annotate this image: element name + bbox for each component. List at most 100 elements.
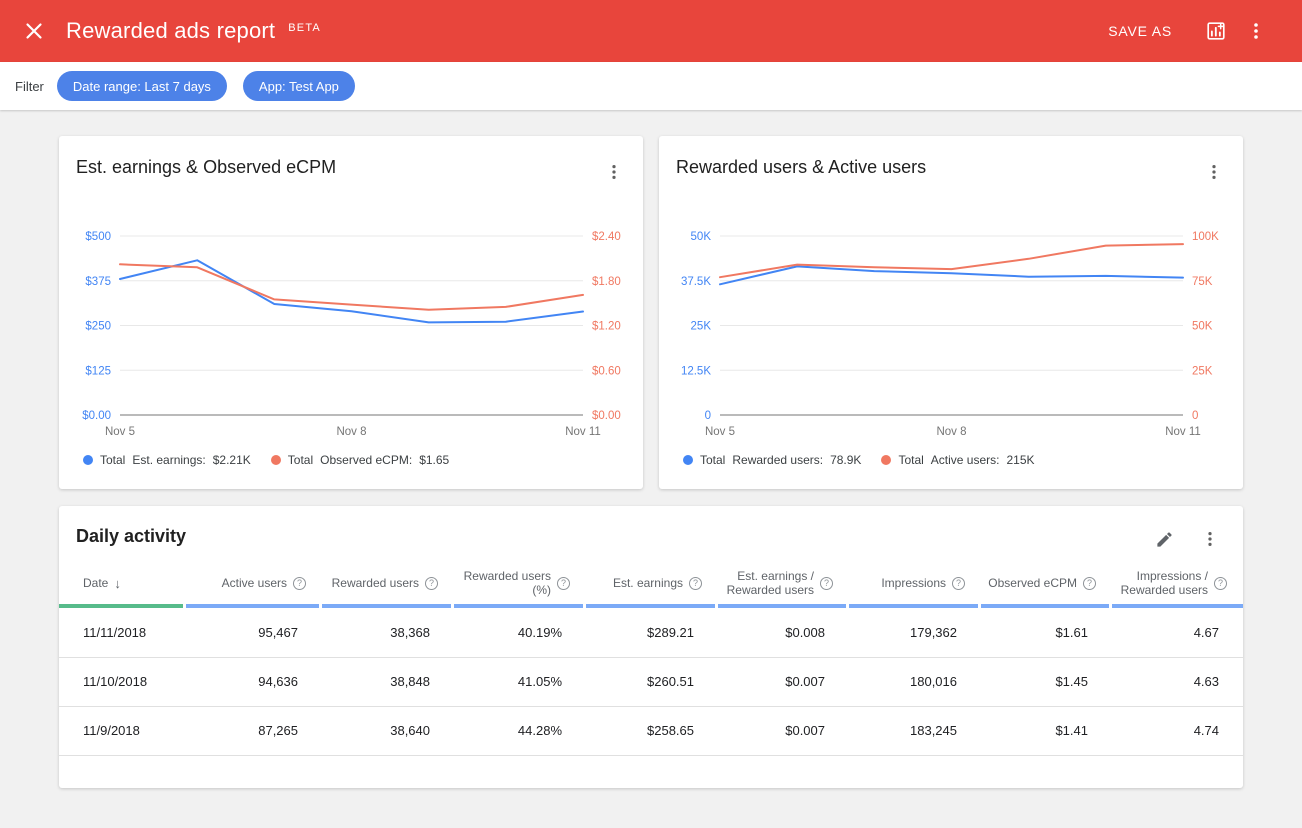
edit-button[interactable] — [1147, 524, 1181, 554]
left-axis-tick: 12.5K — [681, 365, 711, 377]
right-axis-tick: 0 — [1192, 410, 1198, 422]
column-label: Date — [83, 576, 108, 590]
column-header-observed-ecpm[interactable]: Observed eCPM? — [981, 558, 1112, 608]
help-icon[interactable]: ? — [425, 577, 438, 590]
column-header-impressions[interactable]: Impressions? — [849, 558, 981, 608]
column-label: Est. earnings — [613, 576, 683, 590]
save-as-button[interactable]: SAVE AS — [1098, 15, 1182, 47]
legend-label: Rewarded users: — [732, 453, 823, 467]
legend-item[interactable]: TotalEst. earnings:$2.21K — [83, 453, 251, 467]
cell-est-earnings-per-rewarded-user: $0.008 — [718, 608, 849, 657]
cell-rewarded-users: 38,640 — [322, 706, 454, 755]
left-axis-tick: $125 — [85, 365, 111, 377]
left-axis-tick: 0 — [705, 410, 711, 422]
chart-card-users: Rewarded users & Active users 50K100K37.… — [659, 136, 1243, 489]
table-row[interactable]: 11/11/201895,46738,36840.19%$289.21$0.00… — [59, 608, 1243, 657]
column-label: Impressions — [881, 576, 946, 590]
chart-title: Est. earnings & Observed eCPM — [76, 157, 336, 178]
legend-item[interactable]: TotalObserved eCPM:$1.65 — [271, 453, 449, 467]
legend-dot — [881, 455, 891, 465]
help-icon[interactable]: ? — [952, 577, 965, 590]
cell-rewarded-users-pct: 44.28% — [454, 706, 586, 755]
left-axis-tick: $375 — [85, 276, 111, 288]
left-axis-tick: 50K — [691, 231, 712, 243]
table-row[interactable]: 11/9/201887,26538,64044.28%$258.65$0.007… — [59, 706, 1243, 755]
table-row[interactable]: 11/10/201894,63638,84841.05%$260.51$0.00… — [59, 657, 1243, 706]
legend-prefix: Total — [700, 453, 725, 467]
cell-est-earnings: $260.51 — [586, 657, 718, 706]
series-est-earnings — [120, 260, 583, 322]
cell-est-earnings-per-rewarded-user: $0.007 — [718, 657, 849, 706]
add-chart-button[interactable] — [1196, 11, 1236, 51]
legend-value: $2.21K — [213, 453, 251, 467]
right-axis-tick: 50K — [1192, 321, 1213, 333]
help-icon[interactable]: ? — [1083, 577, 1096, 590]
left-axis-tick: $0.00 — [82, 410, 111, 422]
overflow-menu-button[interactable] — [1236, 11, 1276, 51]
line-chart: 50K100K37.5K75K25K50K12.5K25K00Nov 5Nov … — [659, 205, 1243, 441]
cell-rewarded-users-pct: 40.19% — [454, 608, 586, 657]
legend-item[interactable]: Total Rewarded users: 78.9K — [683, 453, 861, 467]
filter-label: Filter — [15, 79, 44, 94]
legend-item[interactable]: TotalActive users:215K — [881, 453, 1034, 467]
column-header-est-earnings[interactable]: Est. earnings? — [586, 558, 718, 608]
cell-impressions-per-rewarded-user: 4.67 — [1112, 608, 1243, 657]
column-header-rewarded-users[interactable]: Rewarded users? — [322, 558, 454, 608]
legend-label: Est. earnings: — [132, 453, 205, 467]
help-icon[interactable]: ? — [1214, 577, 1227, 590]
right-axis-tick: $0.60 — [592, 365, 621, 377]
chart-card-header: Rewarded users & Active users — [659, 136, 1243, 187]
legend-prefix: Total — [288, 453, 313, 467]
column-label: Active users — [222, 576, 287, 590]
column-header-est-earnings-per-rewarded-user[interactable]: Est. earnings /Rewarded users? — [718, 558, 849, 608]
cell-impressions: 179,362 — [849, 608, 981, 657]
close-button[interactable] — [14, 11, 54, 51]
line-chart: $500$2.40$375$1.80$250$1.20$125$0.60$0.0… — [59, 205, 643, 441]
chart-menu-button[interactable] — [597, 157, 631, 187]
charts-row: Est. earnings & Observed eCPM $500$2.40$… — [59, 136, 1243, 489]
column-header-active-users[interactable]: Active users? — [186, 558, 322, 608]
column-header-impressions-per-rewarded-user[interactable]: Impressions /Rewarded users? — [1112, 558, 1243, 608]
cell-rewarded-users-pct: 41.05% — [454, 657, 586, 706]
help-icon[interactable]: ? — [557, 577, 570, 590]
help-icon[interactable]: ? — [689, 577, 702, 590]
table-body: 11/11/201895,46738,36840.19%$289.21$0.00… — [59, 608, 1243, 755]
cell-est-earnings: $258.65 — [586, 706, 718, 755]
daily-activity-card: Daily activity Date↓Active users?R — [59, 506, 1243, 788]
chart-menu-button[interactable] — [1197, 157, 1231, 187]
more-vert-icon — [1205, 163, 1223, 181]
more-vert-icon — [1201, 530, 1219, 548]
table-header: Date↓Active users?Rewarded users?Rewarde… — [59, 558, 1243, 608]
cell-observed-ecpm: $1.41 — [981, 706, 1112, 755]
left-axis-tick: 37.5K — [681, 276, 711, 288]
daily-activity-table: Date↓Active users?Rewarded users?Rewarde… — [59, 558, 1243, 756]
cell-date: 11/11/2018 — [59, 608, 186, 657]
cell-est-earnings: $289.21 — [586, 608, 718, 657]
help-icon[interactable]: ? — [293, 577, 306, 590]
edit-icon — [1155, 530, 1174, 549]
table-menu-button[interactable] — [1193, 524, 1227, 554]
cell-date: 11/10/2018 — [59, 657, 186, 706]
help-icon[interactable]: ? — [820, 577, 833, 590]
legend-value: $1.65 — [419, 453, 449, 467]
column-label: Rewarded users — [332, 576, 419, 590]
filter-chip[interactable]: Date range: Last 7 days — [57, 71, 227, 101]
series-observed-ecpm — [120, 264, 583, 310]
cell-impressions: 180,016 — [849, 657, 981, 706]
cell-impressions: 183,245 — [849, 706, 981, 755]
chart-legend: Total Est. earnings: $2.21K TotalObserved e… — [83, 453, 643, 467]
main-content: Est. earnings & Observed eCPM $500$2.40$… — [0, 110, 1302, 828]
cell-date: 11/9/2018 — [59, 706, 186, 755]
cell-rewarded-users: 38,368 — [322, 608, 454, 657]
filter-chip[interactable]: App: Test App — [243, 71, 355, 101]
column-header-date[interactable]: Date↓ — [59, 558, 186, 608]
x-axis-tick: Nov 8 — [936, 426, 966, 438]
table-card-header: Daily activity — [59, 506, 1243, 554]
filter-bar: Filter Date range: Last 7 days App: Test … — [0, 62, 1302, 110]
legend-value: 78.9K — [830, 453, 861, 467]
cell-observed-ecpm: $1.45 — [981, 657, 1112, 706]
cell-active-users: 94,636 — [186, 657, 322, 706]
x-axis-tick: Nov 11 — [1165, 426, 1201, 438]
column-header-rewarded-users-pct[interactable]: Rewarded users(%)? — [454, 558, 586, 608]
legend-value: 215K — [1007, 453, 1035, 467]
